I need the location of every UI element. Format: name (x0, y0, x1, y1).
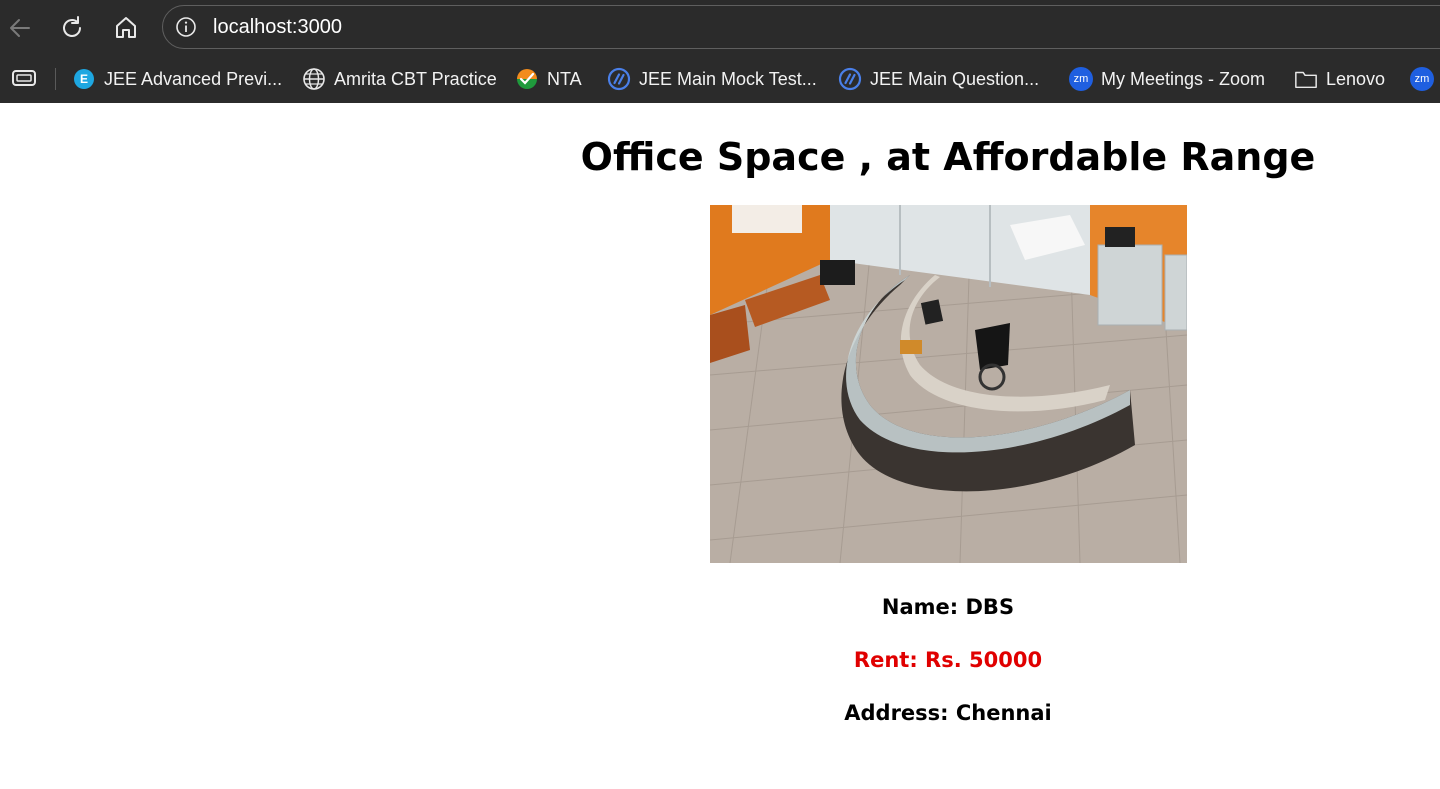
zoom-logo-icon: zm (1069, 67, 1093, 91)
bookmark-jee-advanced[interactable]: E JEE Advanced Previ... (72, 64, 282, 94)
bookmark-folder-lenovo[interactable]: Lenovo (1294, 64, 1385, 94)
back-button[interactable] (2, 10, 38, 46)
browser-toolbar: localhost:3000 (0, 0, 1440, 56)
bookmarks-separator (55, 68, 56, 90)
zoom-logo-icon: zm (1410, 67, 1434, 91)
address-text[interactable]: localhost:3000 (213, 6, 342, 48)
page-title: Office Space , at Affordable Range (580, 135, 1316, 179)
office-reception-photo (709, 205, 1187, 563)
globe-icon (302, 67, 326, 91)
site-info-icon[interactable] (175, 16, 197, 38)
tab-actions-icon[interactable] (10, 66, 38, 90)
browser-chrome: localhost:3000 E JEE Advanced Previ... A… (0, 0, 1440, 103)
page-viewport: Office Space , at Affordable Range Name:… (0, 103, 1440, 789)
bookmark-zoom-overflow[interactable]: zm (1410, 64, 1440, 94)
folder-icon (1294, 67, 1318, 91)
bookmark-label: JEE Main Mock Test... (639, 68, 817, 89)
bookmark-label: JEE Main Question... (870, 68, 1040, 89)
reload-button[interactable] (54, 10, 90, 46)
listing-card: Office Space , at Affordable Range Name:… (560, 103, 1336, 727)
address-bar[interactable]: localhost:3000 (162, 5, 1440, 49)
bookmark-label: NTA (547, 68, 582, 89)
home-button[interactable] (108, 10, 144, 46)
nta-logo-icon (515, 67, 539, 91)
office-address: Address: Chennai (844, 701, 1052, 725)
bookmark-label: JEE Advanced Previ... (104, 68, 283, 89)
reload-icon (63, 16, 81, 37)
bookmark-label: Amrita CBT Practice (334, 68, 497, 89)
e-logo-icon: E (72, 67, 96, 91)
bookmark-zoom-meetings[interactable]: zm My Meetings - Zoom (1069, 64, 1265, 94)
home-icon (116, 17, 136, 38)
bookmark-jee-main-question[interactable]: JEE Main Question... (838, 64, 1039, 94)
bookmark-amrita-cbt[interactable]: Amrita CBT Practice (302, 64, 497, 94)
bookmark-nta[interactable]: NTA (515, 64, 582, 94)
office-name: Name: DBS (881, 595, 1015, 619)
slash-circle-icon (838, 67, 862, 91)
back-arrow-icon (10, 19, 30, 37)
bookmark-label: My Meetings - Zoom (1101, 68, 1266, 89)
bookmarks-bar: E JEE Advanced Previ... Amrita CBT Pract… (0, 56, 1440, 102)
bookmark-jee-main-mock[interactable]: JEE Main Mock Test... (607, 64, 817, 94)
bookmark-label: Lenovo (1326, 68, 1386, 89)
slash-circle-icon (607, 67, 631, 91)
office-rent: Rent: Rs. 50000 (853, 648, 1043, 672)
